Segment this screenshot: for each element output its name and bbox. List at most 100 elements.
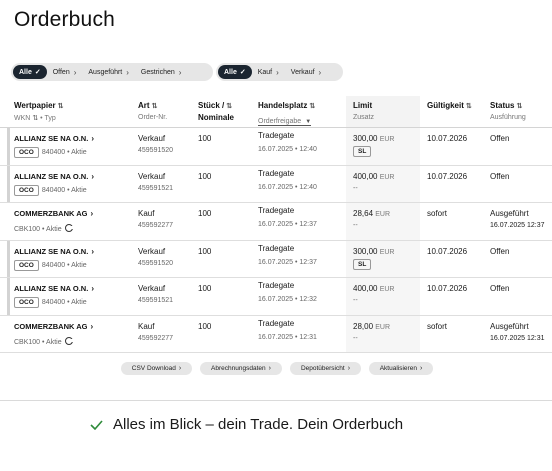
- table-row[interactable]: COMMERZBANK AG › CBK100 • Aktie Kauf 4595…: [0, 315, 552, 353]
- col-gueltigkeit[interactable]: Gültigkeit ⇅: [427, 101, 472, 110]
- chevron-right-icon: ›: [91, 284, 94, 293]
- filter-status-open[interactable]: Offen ›: [47, 65, 83, 79]
- col-sub: Typ: [44, 115, 56, 122]
- zusatz: --: [353, 184, 358, 192]
- filter-label: Gestrichen: [140, 68, 175, 76]
- table-row[interactable]: COMMERZBANK AG › CBK100 • Aktie Kauf 4595…: [0, 203, 552, 241]
- security-link[interactable]: ALLIANZ SE NA O.N. ›: [14, 172, 94, 181]
- status-filter-group: Alle ✓ Offen › Ausgeführt › Gestrichen ›: [11, 63, 213, 81]
- order-table: Wertpapier ⇅ WKN ⇅ • Typ Art ⇅ Order-Nr. St…: [0, 96, 552, 353]
- security-name: ALLIANZ SE NA O.N.: [14, 134, 89, 143]
- limit-amount: 300,00: [353, 134, 378, 143]
- depot-overview-button[interactable]: Depotübersicht ›: [290, 362, 361, 375]
- sort-down-icon: ▼: [305, 119, 312, 125]
- table-row[interactable]: ALLIANZ SE NA O.N. › OCO 840400 • Aktie Ve…: [0, 278, 552, 316]
- col-limit: Limit Zusatz: [353, 101, 374, 121]
- col-sub: Order-Nr.: [138, 114, 168, 121]
- currency: EUR: [379, 136, 395, 143]
- zusatz: --: [353, 297, 358, 304]
- limit-value: 300,00 EUR: [353, 134, 394, 143]
- order-type: Verkauf: [138, 284, 166, 293]
- quantity: 100: [198, 134, 212, 143]
- security-type: Aktie: [46, 338, 62, 346]
- button-label: CSV Download: [131, 365, 176, 372]
- quantity: 100: [198, 209, 212, 218]
- table-row[interactable]: ALLIANZ SE NA O.N. › OCO 840400 • Aktie Ve…: [0, 128, 552, 166]
- chevron-right-icon: ›: [178, 67, 182, 77]
- chevron-right-icon: ›: [73, 67, 77, 77]
- limit-amount: 28,00: [353, 321, 374, 331]
- chevron-right-icon: ›: [268, 365, 271, 372]
- filter-status-executed[interactable]: Ausgeführt ›: [82, 65, 135, 79]
- col-art[interactable]: Art ⇅ Order-Nr.: [138, 101, 167, 121]
- zusatz: SL: [353, 146, 372, 157]
- col-label: Wertpapier: [14, 101, 56, 110]
- security-link[interactable]: ALLIANZ SE NA O.N. ›: [14, 134, 94, 143]
- status: Ausgeführt: [490, 321, 529, 331]
- sort-icon: ⇅: [309, 103, 316, 110]
- security-link[interactable]: ALLIANZ SE NA O.N. ›: [14, 247, 94, 256]
- validity: 10.07.2026: [427, 134, 468, 143]
- venue: Tradegate: [258, 168, 295, 178]
- currency: EUR: [375, 211, 391, 218]
- quantity: 100: [198, 321, 212, 331]
- security-type: Aktie: [71, 261, 87, 269]
- wkn: 840400: [41, 261, 66, 269]
- venue: Tradegate: [258, 243, 295, 253]
- security-link[interactable]: COMMERZBANK AG ›: [14, 209, 93, 218]
- filter-label: Ausgeführt: [88, 68, 123, 76]
- filter-label: Verkauf: [290, 68, 315, 76]
- order-number: 459591521: [138, 297, 174, 304]
- col-label: Limit: [353, 101, 373, 110]
- order-number: 459591520: [138, 147, 174, 154]
- order-number: 459592277: [138, 334, 174, 342]
- security-link[interactable]: ALLIANZ SE NA O.N. ›: [14, 284, 94, 293]
- limit-amount: 400,00: [353, 171, 378, 181]
- chevron-right-icon: ›: [90, 209, 94, 218]
- sort-icon: ⇅: [32, 115, 39, 122]
- status: Offen: [490, 284, 510, 293]
- csv-download-button[interactable]: CSV Download ›: [121, 362, 192, 375]
- sort-icon: ⇅: [465, 103, 472, 110]
- order-type: Verkauf: [138, 246, 166, 256]
- zusatz: --: [353, 222, 358, 229]
- chevron-right-icon: ›: [318, 67, 322, 77]
- release-time: 16.07.2025 • 12:40: [258, 183, 317, 191]
- col-label: Art: [138, 101, 150, 110]
- security-link[interactable]: COMMERZBANK AG ›: [14, 322, 93, 331]
- filter-type-all[interactable]: Alle ✓: [218, 65, 252, 79]
- filter-type-buy[interactable]: Kauf ›: [252, 65, 285, 79]
- table-header: Wertpapier ⇅ WKN ⇅ • Typ Art ⇅ Order-Nr. St…: [0, 96, 552, 128]
- chevron-right-icon: ›: [347, 365, 351, 372]
- security-name: ALLIANZ SE NA O.N.: [14, 246, 89, 256]
- filter-type-sell[interactable]: Verkauf ›: [285, 65, 327, 79]
- col-handelsplatz[interactable]: Handelsplatz ⇅ Orderfreigabe ▼: [258, 101, 315, 128]
- venue: Tradegate: [258, 318, 295, 328]
- oco-badge: OCO: [14, 147, 39, 158]
- check-icon: ✓: [34, 69, 41, 76]
- security-name: ALLIANZ SE NA O.N.: [14, 284, 89, 293]
- oco-badge: OCO: [14, 259, 39, 271]
- divider: [0, 400, 552, 401]
- order-type: Kauf: [138, 321, 155, 331]
- billing-data-button[interactable]: Abrechnungsdaten ›: [200, 362, 282, 375]
- refresh-button[interactable]: Aktualisieren ›: [369, 362, 433, 375]
- sl-badge: SL: [353, 258, 372, 270]
- table-row[interactable]: ALLIANZ SE NA O.N. › OCO 840400 • Aktie Ve…: [0, 240, 552, 278]
- table-row[interactable]: ALLIANZ SE NA O.N. › OCO 840400 • Aktie Ve…: [0, 165, 552, 203]
- col-status[interactable]: Status ⇅ Ausführung: [490, 101, 526, 121]
- order-number: 459591521: [138, 184, 174, 192]
- currency: EUR: [379, 173, 395, 181]
- filter-label: Alle: [19, 68, 32, 76]
- security-type: Aktie: [46, 226, 62, 233]
- sort-icon: ⇅: [151, 103, 158, 110]
- col-stueck[interactable]: Stück / ⇅ Nominale: [198, 101, 234, 122]
- filter-status-all[interactable]: Alle ✓: [13, 65, 47, 79]
- filter-status-cancelled[interactable]: Gestrichen ›: [135, 65, 188, 79]
- status: Offen: [490, 171, 510, 181]
- col-wertpapier[interactable]: Wertpapier ⇅ WKN ⇅ • Typ: [14, 101, 64, 122]
- validity: 10.07.2026: [427, 171, 468, 181]
- venue: Tradegate: [258, 206, 295, 215]
- col-sub: WKN: [14, 115, 31, 122]
- order-type: Kauf: [138, 209, 155, 218]
